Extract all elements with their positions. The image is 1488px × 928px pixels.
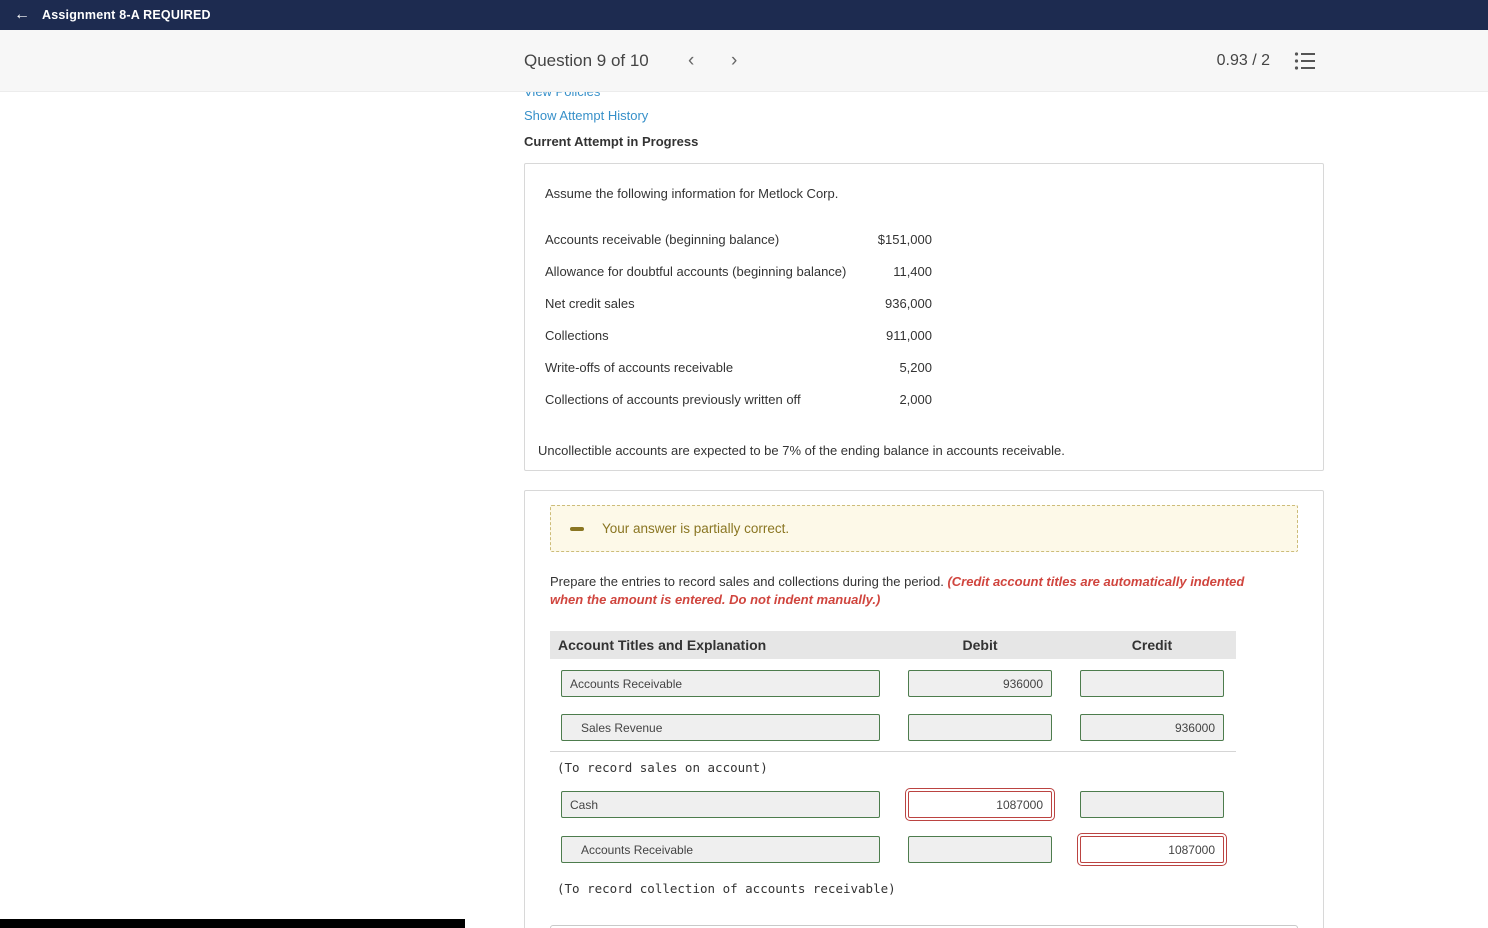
- view-policies-link[interactable]: View Policies: [524, 92, 600, 100]
- entry-note-collections: (To record collection of accounts receiv…: [557, 881, 896, 896]
- journal-row: [550, 714, 1236, 742]
- account-title-input[interactable]: [561, 791, 880, 818]
- journal-header-row: Account Titles and Explanation Debit Cre…: [550, 631, 1236, 659]
- journal-row: [550, 670, 1236, 698]
- journal-row: [550, 833, 1236, 866]
- current-attempt-label: Current Attempt in Progress: [524, 134, 699, 149]
- question-score: 0.93 / 2: [1216, 52, 1270, 69]
- facts-table: Accounts receivable (beginning balance) …: [545, 223, 932, 415]
- fact-label: Accounts receivable (beginning balance): [545, 231, 780, 247]
- fact-row: Net credit sales 936,000: [545, 287, 932, 319]
- problem-intro: Assume the following information for Met…: [545, 186, 839, 201]
- problem-card: Assume the following information for Met…: [524, 163, 1324, 471]
- entry-note-sales: (To record sales on account): [557, 760, 768, 775]
- top-bar: ← Assignment 8-A REQUIRED: [0, 0, 1488, 30]
- fact-label: Collections: [545, 327, 609, 343]
- back-arrow-icon[interactable]: ←: [14, 7, 30, 23]
- fact-row: Collections of accounts previously writt…: [545, 383, 932, 415]
- fact-label: Write-offs of accounts receivable: [545, 359, 734, 375]
- fact-row: Allowance for doubtful accounts (beginni…: [545, 255, 932, 287]
- previous-question-button[interactable]: ‹: [680, 30, 702, 92]
- account-title-input[interactable]: [561, 714, 880, 741]
- account-title-input[interactable]: [561, 836, 880, 863]
- entry-divider: [550, 751, 1236, 752]
- credit-amount-input[interactable]: [1080, 670, 1224, 697]
- assignment-title: Assignment 8-A REQUIRED: [42, 8, 211, 22]
- next-question-button[interactable]: ›: [723, 30, 745, 92]
- fact-label: Collections of accounts previously writt…: [545, 391, 801, 407]
- fact-row: Collections 911,000: [545, 319, 932, 351]
- feedback-text: Your answer is partially correct.: [602, 521, 790, 536]
- fact-row: Write-offs of accounts receivable 5,200: [545, 351, 932, 383]
- credit-amount-input[interactable]: [1080, 791, 1224, 818]
- fact-label: Net credit sales: [545, 295, 635, 311]
- journal-entry-table: Account Titles and Explanation Debit Cre…: [550, 631, 1236, 897]
- fact-value: 5,200: [899, 359, 932, 375]
- fact-value: 936,000: [885, 295, 932, 311]
- debit-amount-input[interactable]: [908, 836, 1052, 863]
- header-account-titles: Account Titles and Explanation: [558, 637, 767, 653]
- fact-value: $151,000: [877, 231, 932, 247]
- question-list-icon[interactable]: [1294, 51, 1316, 71]
- header-credit: Credit: [1131, 637, 1173, 653]
- show-attempt-history-link[interactable]: Show Attempt History: [524, 108, 648, 124]
- credit-amount-input[interactable]: [1080, 714, 1224, 741]
- fact-row: Accounts receivable (beginning balance) …: [545, 223, 932, 255]
- fact-label: Allowance for doubtful accounts (beginni…: [545, 263, 847, 279]
- fact-value: 911,000: [885, 327, 932, 343]
- question-counter: Question 9 of 10: [524, 51, 649, 70]
- question-header: Question 9 of 10 ‹ › 0.93 / 2: [0, 30, 1488, 92]
- problem-note: Uncollectible accounts are expected to b…: [538, 443, 1065, 458]
- fact-value: 11,400: [893, 263, 932, 279]
- instructions: Prepare the entries to record sales and …: [550, 573, 1272, 609]
- debit-amount-input[interactable]: [905, 788, 1055, 821]
- partially-correct-icon: [570, 526, 584, 531]
- journal-row: [550, 788, 1236, 821]
- assignment-page: ← Assignment 8-A REQUIRED Question 9 of …: [0, 0, 1488, 928]
- bottom-strip: [0, 919, 465, 928]
- fact-value: 2,000: [899, 391, 932, 407]
- debit-amount-input[interactable]: [908, 714, 1052, 741]
- account-title-input[interactable]: [561, 670, 880, 697]
- credit-amount-input[interactable]: [1077, 833, 1227, 866]
- feedback-banner: Your answer is partially correct.: [550, 505, 1298, 552]
- debit-amount-input[interactable]: [908, 670, 1052, 697]
- header-debit: Debit: [962, 637, 998, 653]
- instructions-normal: Prepare the entries to record sales and …: [550, 574, 948, 589]
- answer-card: Your answer is partially correct. Prepar…: [524, 490, 1324, 928]
- page-content: View Policies Show Attempt History Curre…: [0, 92, 1488, 928]
